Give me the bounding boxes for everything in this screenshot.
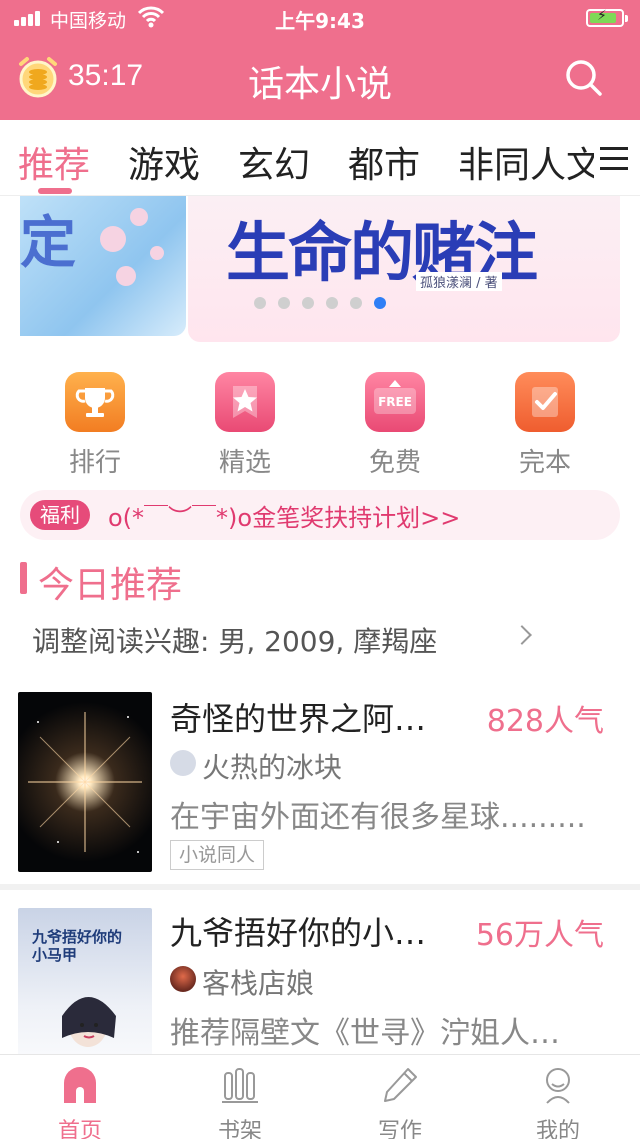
nav-write[interactable]: 写作 [340,1065,460,1139]
section-title: 今日推荐 [38,565,183,606]
banner-prev-slide[interactable]: 定 [20,196,186,336]
book-popularity: 56万人气 [475,918,604,953]
status-bar: 中国移动 上午9:43 ⚡ [0,0,640,36]
entry-label: 完本 [518,448,571,478]
nav-bookshelf[interactable]: 书架 [180,1065,300,1139]
nav-label: 首页 [57,1119,102,1139]
book-author: 火热的冰块 [202,751,343,784]
entry-ranking[interactable]: 排行 [50,372,140,479]
battery-charging-icon: ⚡ [586,8,628,27]
bottom-nav: 首页 书架 写作 我的 [0,1054,640,1139]
entry-featured[interactable]: 精选 [200,372,290,479]
entry-completed[interactable]: 完本 [500,372,590,479]
menu-icon[interactable] [594,120,640,195]
book-cover [18,692,152,872]
svg-text:FREE: FREE [378,395,412,409]
carousel-dot-active [374,297,386,309]
welfare-text: o(*￣︶￣*)o金笔奖扶持计划>> [108,504,461,532]
app-title: 话本小说 [247,64,392,105]
section-accent-bar [20,562,27,594]
carousel-dot [278,297,290,309]
nav-label: 书架 [217,1119,262,1139]
status-time: 上午9:43 [275,9,365,33]
nav-label: 我的 [535,1119,580,1139]
entry-label: 免费 [368,448,421,478]
home-icon [64,1067,96,1103]
book-item[interactable]: 奇怪的世界之阿… 828人气 火热的冰块 在宇宙外面还有很多星球........… [0,680,640,880]
book-popularity: 828人气 [486,704,604,739]
entry-free[interactable]: FREE 免费 [350,372,440,479]
top-bar: 中国移动 上午9:43 ⚡ 35:17 话本小说 [0,0,640,120]
avatar [170,966,196,992]
banner-left-glyph: 定 [20,210,76,276]
category-tabs: 推荐 游戏 玄幻 都市 非同人文 [0,120,640,196]
tab-games[interactable]: 游戏 [128,136,200,188]
carousel-dot [302,297,314,309]
nav-home[interactable]: 首页 [20,1065,140,1139]
nav-profile[interactable]: 我的 [498,1065,618,1139]
avatar [170,750,196,776]
check-icon [515,372,575,432]
banner-current-slide[interactable]: 生命的赌注 孤狼漾澜 / 著 [188,196,620,342]
entry-label: 精选 [218,448,271,478]
tab-fantasy[interactable]: 玄幻 [238,136,310,188]
tab-urban[interactable]: 都市 [348,136,420,188]
welfare-badge: 福利 [30,500,90,530]
carousel-dot [254,297,266,309]
bookshelf-icon [222,1068,258,1103]
welfare-banner[interactable]: 福利 o(*￣︶￣*)o金笔奖扶持计划>> [20,490,620,540]
carousel-dot [326,297,338,309]
book-title: 奇怪的世界之阿… [170,700,427,738]
reading-interest-link[interactable]: 调整阅读兴趣: 男, 2009, 摩羯座 [32,620,437,660]
chevron-right-icon [512,625,532,645]
book-title: 九爷捂好你的小… [170,914,427,952]
tab-recommend[interactable]: 推荐 [18,136,90,188]
pen-icon [384,1068,417,1102]
nav-label: 写作 [377,1119,422,1139]
book-description: 推荐隔壁文《世寻》泞姐人… [170,1016,560,1051]
profile-icon [546,1068,570,1104]
book-author: 客栈店娘 [202,967,315,1000]
active-tab-indicator [38,188,72,194]
book-description: 在宇宙外面还有很多星球......... [170,800,586,835]
star-icon [215,372,275,432]
entry-label: 排行 [68,448,121,478]
tab-non-fanfic[interactable]: 非同人文 [458,136,602,188]
banner-carousel[interactable]: 定 生命的赌注 孤狼漾澜 / 著 [20,196,620,342]
search-icon[interactable] [564,58,604,98]
carousel-dot [350,297,362,309]
banner-author: 孤狼漾澜 / 著 [416,272,502,291]
book-tag: 小说同人 [170,840,265,870]
free-tag-icon: FREE [365,372,425,432]
trophy-icon [65,372,125,432]
